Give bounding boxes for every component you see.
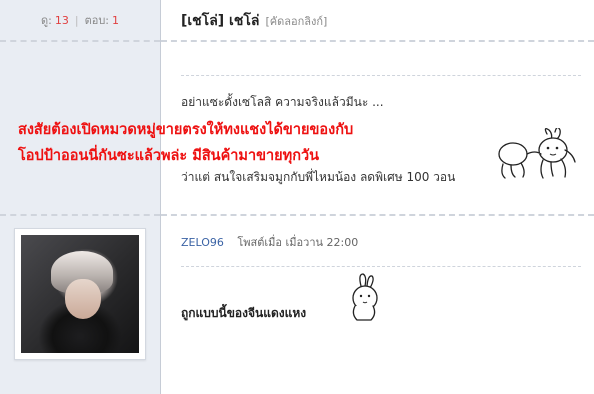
rabbit-hug-sticker-icon (498, 128, 576, 179)
reply-author-link[interactable]: ZELO96 (181, 236, 224, 249)
main-content: [เชโล่] เชโล่ [คัดลอกลิงก์] อย่าแซะดั้งเ… (161, 0, 594, 394)
sidebar-divider-top (0, 40, 160, 42)
caption-line-2: โอปป้าออนนี่กันซะแล้วพล่ะ มีสินค้ามาขายท… (18, 148, 320, 164)
reply-time: เมื่อวาน 22:00 (285, 236, 359, 249)
reply-body-divider (181, 266, 581, 267)
topic-title: [เชโล่] เชโล่ (181, 13, 260, 29)
topic-stats: ดู: 13 | ตอบ: 1 (0, 0, 160, 40)
rabbit-sticker-icon (352, 273, 378, 321)
views-label: ดู: (40, 14, 52, 27)
red-caption-overlay: สงสัยต้องเปิดหมวดหมู่ขายตรงให้ทงแชงได้ขา… (18, 117, 353, 169)
avatar[interactable] (21, 235, 139, 353)
views-count: 13 (54, 13, 69, 27)
reply-text: ถูกแบบนี้ของจีนแดงแหง (181, 306, 307, 320)
reply-meta: ZELO96 โพสต์เมื่อ เมื่อวาน 22:00 (181, 233, 358, 251)
posted-label: โพสต์เมื่อ (237, 236, 283, 249)
avatar-frame[interactable] (14, 228, 146, 360)
stats-separator: | (74, 13, 79, 27)
post-body-divider (181, 75, 581, 76)
title-divider (161, 40, 594, 42)
caption-line-1: สงสัยต้องเปิดหมวดหมู่ขายตรงให้ทงแชงได้ขา… (18, 122, 354, 138)
post-divider (161, 214, 594, 216)
avatar-face (65, 279, 101, 319)
replies-count: 1 (112, 13, 120, 27)
sidebar-divider-middle (0, 214, 160, 216)
post-text-line-1: อย่าแซะดั้งเซโลสิ ความจริงแล้วมีนะ ... (181, 95, 384, 109)
copy-link-button[interactable]: [คัดลอกลิงก์] (265, 12, 327, 30)
topic-title-row: [เชโล่] เชโล่ [คัดลอกลิงก์] (181, 10, 327, 32)
replies-label: ตอบ: (84, 14, 110, 27)
sidebar-column: ดู: 13 | ตอบ: 1 (0, 0, 161, 394)
post-text-line-2: ว่าแต่ สนใจเสริมจมูกกับพี่ไหมน้อง ลดพิเศ… (181, 170, 456, 184)
